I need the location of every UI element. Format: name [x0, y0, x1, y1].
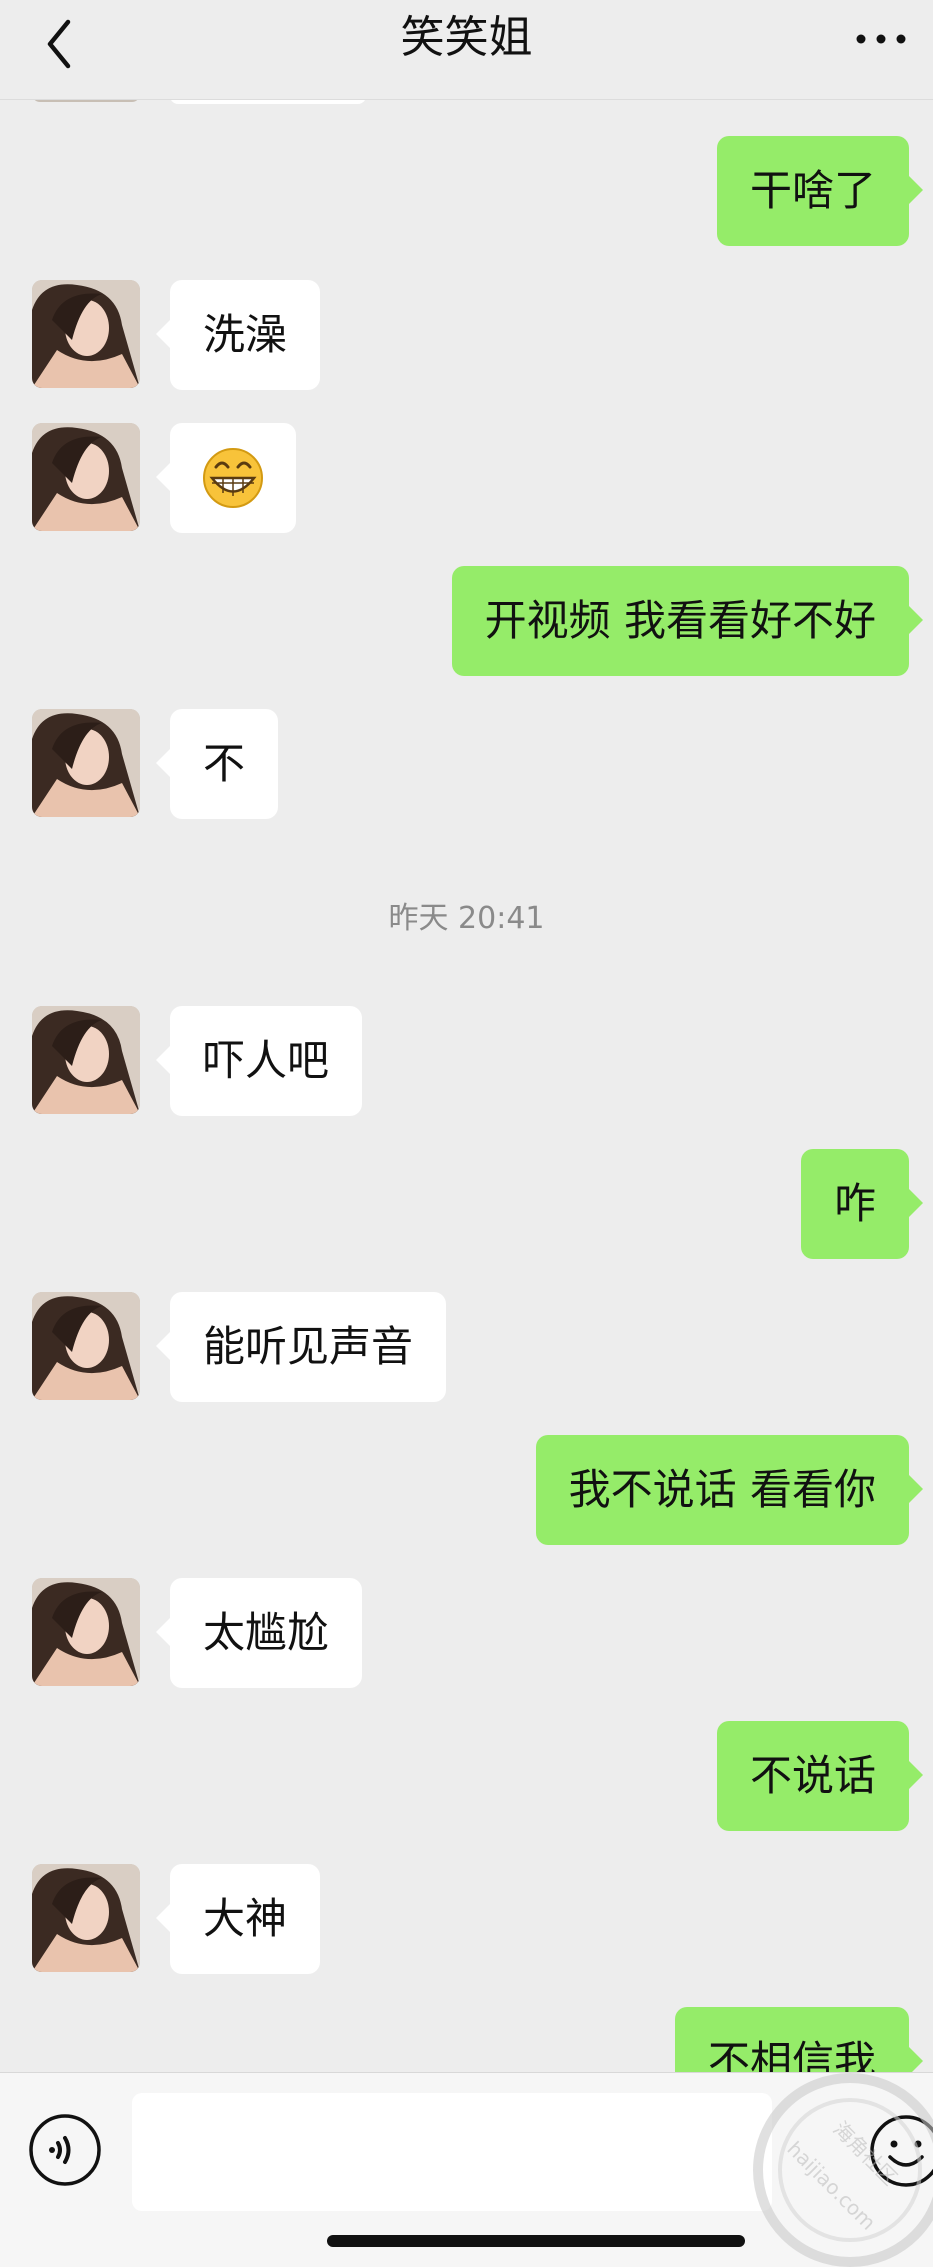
message-bubble-incoming[interactable]: 吓人吧 — [155, 1006, 363, 1116]
message-bubble-outgoing[interactable]: 开视频 我看看好不好 — [451, 566, 924, 676]
message-bubble-outgoing[interactable]: 干啥了 — [716, 136, 924, 246]
message-bubble-outgoing[interactable]: 不说话 — [716, 1721, 924, 1831]
avatar-image — [32, 1006, 140, 1114]
more-dots-icon — [856, 34, 906, 44]
message-bubble-incoming[interactable]: 太尴尬 — [155, 1578, 363, 1688]
avatar[interactable] — [32, 1006, 140, 1114]
message-timestamp: 昨天 20:41 — [388, 901, 545, 936]
message-bubble-incoming[interactable]: 不 — [155, 709, 279, 819]
avatar[interactable] — [32, 709, 140, 817]
avatar[interactable] — [32, 280, 140, 388]
message-list[interactable]: 干啥了 洗澡 开视频 我看看好不好 不 昨天 20:41 吓人吧 咋 能听见声音… — [0, 100, 933, 2072]
avatar-image — [32, 1578, 140, 1686]
voice-button[interactable] — [28, 2113, 102, 2187]
avatar[interactable] — [32, 1864, 140, 1972]
avatar[interactable] — [32, 1578, 140, 1686]
input-bar — [0, 2072, 933, 2267]
avatar-image — [32, 709, 140, 817]
avatar-image — [32, 1864, 140, 1972]
emoji-button[interactable] — [866, 2111, 933, 2191]
message-bubble-incoming[interactable]: 能听见声音 — [155, 1292, 447, 1402]
chat-title: 笑笑姐 — [400, 12, 533, 63]
message-bubble-outgoing[interactable]: 不相信我 — [674, 2007, 924, 2072]
avatar-image — [32, 423, 140, 531]
voice-icon — [29, 2114, 101, 2186]
avatar-image — [32, 280, 140, 388]
grinning-face-icon — [203, 448, 263, 508]
chat-header: 笑笑姐 — [0, 0, 933, 100]
emoji-icon — [870, 2115, 933, 2187]
avatar[interactable] — [32, 1292, 140, 1400]
message-bubble-outgoing[interactable]: 我不说话 看看你 — [535, 1435, 924, 1545]
more-button[interactable] — [851, 24, 911, 54]
avatar[interactable] — [32, 423, 140, 531]
message-bubble-incoming[interactable]: 大神 — [155, 1864, 321, 1974]
message-bubble-incoming[interactable] — [170, 100, 366, 104]
home-indicator[interactable] — [327, 2235, 745, 2247]
message-bubble-incoming[interactable]: 洗澡 — [155, 280, 321, 390]
message-bubble-outgoing[interactable]: 咋 — [800, 1149, 924, 1259]
avatar[interactable] — [32, 100, 140, 102]
avatar-image — [32, 1292, 140, 1400]
message-bubble-incoming[interactable] — [156, 423, 296, 533]
message-input[interactable] — [132, 2093, 772, 2211]
chat-screen: 笑笑姐 干啥了 洗澡 开视频 我看看好不好 不 昨天 20:41 吓人吧 咋 能… — [0, 0, 933, 2267]
